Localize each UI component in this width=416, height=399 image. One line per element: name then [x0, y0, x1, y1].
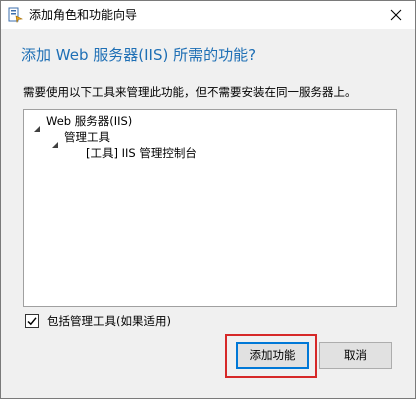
window-title: 添加角色和功能向导: [29, 8, 138, 22]
add-features-button[interactable]: 添加功能: [236, 342, 309, 369]
feature-tree[interactable]: Web 服务器(IIS) 管理工具 [工具] IIS 管理控制台: [23, 109, 397, 307]
close-icon: [390, 9, 402, 21]
wizard-dialog: 添加角色和功能向导 添加 Web 服务器(IIS) 所需的功能? 需要使用以下工…: [0, 0, 416, 399]
dialog-description: 需要使用以下工具来管理此功能，但不需要安装在同一服务器上。: [23, 85, 357, 99]
close-button[interactable]: [383, 3, 409, 27]
title-bar: 添加角色和功能向导: [1, 1, 415, 29]
include-tools-label[interactable]: 包括管理工具(如果适用): [47, 314, 171, 328]
tree-item-web-server[interactable]: Web 服务器(IIS): [46, 114, 132, 129]
server-wizard-icon: [7, 7, 24, 23]
expand-arrow-icon[interactable]: [51, 134, 59, 148]
checkmark-icon: [27, 317, 37, 326]
include-tools-checkbox[interactable]: [25, 314, 39, 328]
cancel-button[interactable]: 取消: [319, 342, 392, 369]
tree-item-iis-console[interactable]: [工具] IIS 管理控制台: [86, 146, 197, 161]
dialog-heading: 添加 Web 服务器(IIS) 所需的功能?: [21, 46, 257, 64]
tree-item-management-tools[interactable]: 管理工具: [64, 130, 110, 145]
expand-arrow-icon[interactable]: [33, 118, 41, 132]
